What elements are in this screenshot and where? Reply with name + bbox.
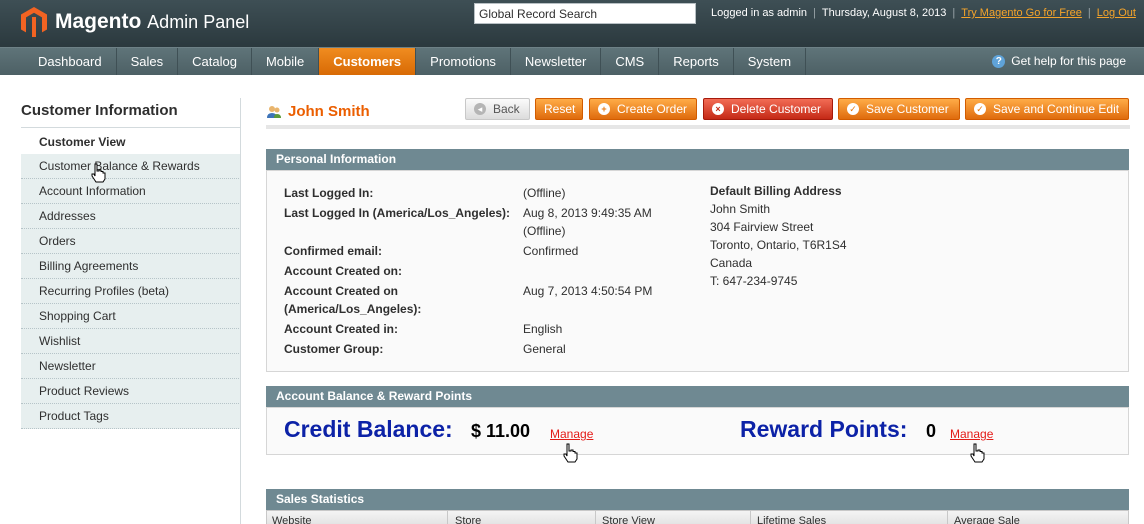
try-magento-go-link[interactable]: Try Magento Go for Free	[961, 7, 1082, 19]
last-logged-in-value: (Offline)	[523, 186, 566, 200]
tab-account-information[interactable]: Account Information	[21, 179, 241, 204]
tab-product-reviews[interactable]: Product Reviews	[21, 379, 241, 404]
hand-cursor-icon	[563, 443, 578, 463]
billing-address-line: Toronto, Ontario, T6R1S4	[710, 238, 847, 252]
page-title: John Smith	[266, 103, 370, 120]
last-logged-in-tz-status: (Offline)	[523, 224, 566, 238]
nav-item-dashboard[interactable]: Dashboard	[24, 48, 117, 75]
tab-billing-agreements[interactable]: Billing Agreements	[21, 254, 241, 279]
nav-item-mobile[interactable]: Mobile	[252, 48, 320, 75]
header-links: Logged in as admin | Thursday, August 8, 2…	[711, 7, 1136, 19]
tab-shopping-cart[interactable]: Shopping Cart	[21, 304, 241, 329]
reward-points-value: 0	[926, 421, 937, 441]
date-text: Thursday, August 8, 2013	[821, 7, 947, 19]
back-button[interactable]: ◂ Back	[465, 98, 530, 120]
plus-icon: +	[598, 103, 610, 115]
last-logged-in-tz-label: Last Logged In (America/Los_Angeles):	[284, 206, 511, 220]
personal-info-header: Personal Information	[266, 149, 1129, 170]
arrow-left-icon: ◂	[474, 103, 486, 115]
nav-item-system[interactable]: System	[734, 48, 807, 75]
hand-cursor-icon	[91, 163, 106, 183]
sidebar-title: Customer Information	[21, 102, 178, 119]
tab-customer-balance-rewards[interactable]: Customer Balance & Rewards	[21, 154, 241, 179]
account-created-in-label: Account Created in:	[284, 322, 399, 336]
sales-statistics-header: Sales Statistics	[266, 489, 1129, 510]
customer-icon	[267, 105, 281, 118]
nav-item-sales[interactable]: Sales	[117, 48, 179, 75]
logged-in-text: Logged in as admin	[711, 7, 808, 19]
tab-orders[interactable]: Orders	[21, 229, 241, 254]
nav-items: Dashboard Sales Catalog Mobile Customers…	[24, 48, 807, 75]
global-search-input[interactable]	[474, 3, 696, 24]
billing-address-title: Default Billing Address	[710, 184, 842, 198]
manage-credit-link[interactable]: Manage	[550, 427, 593, 441]
manage-rewards-link[interactable]: Manage	[950, 427, 993, 441]
hand-cursor-icon	[970, 443, 985, 463]
account-created-tz-value: Aug 7, 2013 4:50:54 PM	[523, 284, 653, 298]
billing-address-line: John Smith	[710, 202, 771, 216]
create-order-button[interactable]: + Create Order	[589, 98, 697, 120]
billing-address-line: Canada	[710, 256, 753, 270]
column-header-lifetime-sales[interactable]: Lifetime Sales	[757, 515, 826, 524]
balance-header: Account Balance & Reward Points	[266, 386, 1129, 407]
billing-address-line: 304 Fairview Street	[710, 220, 814, 234]
column-header-store[interactable]: Store	[455, 515, 481, 524]
help-link-label: Get help for this page	[1011, 54, 1126, 68]
logout-link[interactable]: Log Out	[1097, 7, 1136, 19]
confirmed-email-label: Confirmed email:	[284, 244, 383, 258]
check-icon: ✓	[974, 103, 986, 115]
last-logged-in-tz-value: Aug 8, 2013 9:49:35 AM	[523, 206, 652, 220]
sales-statistics-grid-header: Website Store Store View Lifetime Sales …	[266, 510, 1129, 524]
help-link[interactable]: ? Get help for this page	[992, 54, 1126, 68]
delete-icon: ×	[712, 103, 724, 115]
nav-item-reports[interactable]: Reports	[659, 48, 734, 75]
credit-balance-value: $ 11.00	[471, 421, 531, 441]
save-customer-button[interactable]: ✓ Save Customer	[838, 98, 960, 120]
sidebar-vertical-divider	[240, 98, 241, 524]
help-icon: ?	[992, 54, 1006, 68]
sidebar-tabs: Customer View Customer Balance & Rewards…	[21, 129, 241, 429]
delete-customer-button[interactable]: × Delete Customer	[703, 98, 833, 120]
header: Magento Admin Panel Logged in as admin|T…	[0, 0, 1144, 47]
title-divider	[266, 125, 1130, 129]
nav-item-catalog[interactable]: Catalog	[178, 48, 252, 75]
tab-customer-view[interactable]: Customer View	[21, 129, 241, 154]
tab-recurring-profiles[interactable]: Recurring Profiles (beta)	[21, 279, 241, 304]
magento-logo[interactable]: Magento Admin Panel	[21, 5, 249, 39]
nav-item-cms[interactable]: CMS	[601, 48, 660, 75]
confirmed-email-value: Confirmed	[523, 244, 579, 258]
main-nav: Dashboard Sales Catalog Mobile Customers…	[0, 47, 1144, 75]
nav-item-customers[interactable]: Customers	[319, 48, 417, 75]
check-icon: ✓	[847, 103, 859, 115]
account-created-tz-label: Account Created on	[284, 284, 399, 298]
last-logged-in-label: Last Logged In:	[284, 186, 374, 200]
nav-item-promotions[interactable]: Promotions	[416, 48, 511, 75]
save-continue-button[interactable]: ✓ Save and Continue Edit	[965, 98, 1129, 120]
credit-balance-label: Credit Balance:	[284, 416, 453, 442]
tab-wishlist[interactable]: Wishlist	[21, 329, 241, 354]
column-header-website[interactable]: Website	[272, 515, 312, 524]
logo-sub-text: Admin Panel	[147, 12, 250, 32]
logo-main-text: Magento	[55, 10, 142, 33]
tab-product-tags[interactable]: Product Tags	[21, 404, 241, 429]
reward-points-label: Reward Points:	[740, 416, 908, 442]
customer-name: John Smith	[288, 103, 370, 120]
account-created-in-value: English	[523, 322, 563, 336]
magento-logo-icon	[21, 7, 47, 37]
account-created-tz-label-2: (America/Los_Angeles):	[284, 302, 422, 316]
reset-button[interactable]: Reset	[535, 98, 583, 120]
tab-newsletter[interactable]: Newsletter	[21, 354, 241, 379]
column-header-store-view[interactable]: Store View	[602, 515, 655, 524]
customer-group-label: Customer Group:	[284, 342, 384, 356]
column-header-average-sale[interactable]: Average Sale	[954, 515, 1020, 524]
nav-item-newsletter[interactable]: Newsletter	[511, 48, 602, 75]
customer-group-value: General	[523, 342, 566, 356]
tab-addresses[interactable]: Addresses	[21, 204, 241, 229]
sidebar-divider	[21, 127, 241, 128]
billing-address-phone: T: 647-234-9745	[710, 274, 798, 288]
account-created-label: Account Created on:	[284, 264, 403, 278]
